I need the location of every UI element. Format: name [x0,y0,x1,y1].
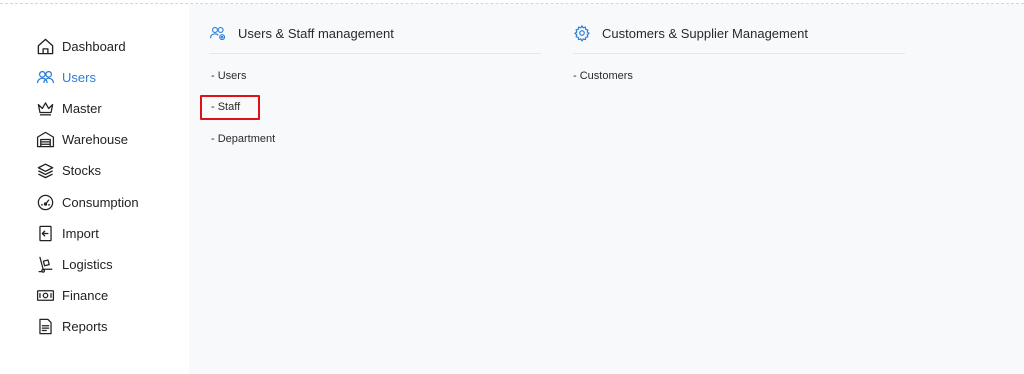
layers-icon [35,160,55,180]
sidebar-item-label: Dashboard [62,38,126,54]
users-settings-icon [209,26,226,41]
link-department[interactable]: - Department [211,131,275,147]
import-icon [35,223,55,243]
section-divider [573,53,905,54]
sidebar-item-label: Users [62,69,96,85]
sidebar-item-logistics[interactable]: Logistics [35,252,185,276]
crown-icon [35,98,55,118]
sidebar-item-label: Logistics [62,256,113,272]
sidebar-item-stocks[interactable]: Stocks [35,158,185,182]
sidebar-item-consumption[interactable]: Consumption [35,190,185,214]
sidebar-item-label: Import [62,225,99,241]
sidebar-item-users[interactable]: Users [35,65,185,89]
warehouse-icon [35,129,55,149]
document-icon [35,316,55,336]
customers-supplier-section-header: Customers & Supplier Management [573,22,808,44]
sidebar-item-label: Stocks [62,162,102,178]
gauge-icon [35,192,55,212]
banknote-icon [35,285,55,305]
link-users[interactable]: - Users [211,68,246,84]
users-staff-section-header: Users & Staff management [209,22,394,44]
sidebar-item-label: Reports [62,318,108,334]
gear-icon [574,25,590,42]
users-icon [35,67,55,87]
sidebar-item-import[interactable]: Import [35,221,185,245]
staff-highlight-box [200,95,260,120]
section-title: Customers & Supplier Management [602,25,808,41]
link-customers[interactable]: - Customers [573,68,633,84]
sidebar-item-label: Master [62,100,102,116]
sidebar-item-label: Consumption [62,194,139,210]
sidebar-item-master[interactable]: Master [35,96,185,120]
hand-truck-icon [35,254,55,274]
sidebar-item-label: Warehouse [62,131,128,147]
home-icon [35,36,55,56]
main-content [189,4,1024,374]
sidebar-item-finance[interactable]: Finance [35,283,185,307]
section-divider [209,53,541,54]
sidebar-item-label: Finance [62,287,109,303]
sidebar-item-reports[interactable]: Reports [35,314,185,338]
section-title: Users & Staff management [238,25,394,41]
sidebar: Dashboard Users Master Warehouse Stocks … [0,4,189,374]
sidebar-item-warehouse[interactable]: Warehouse [35,127,185,151]
sidebar-item-dashboard[interactable]: Dashboard [35,34,185,58]
